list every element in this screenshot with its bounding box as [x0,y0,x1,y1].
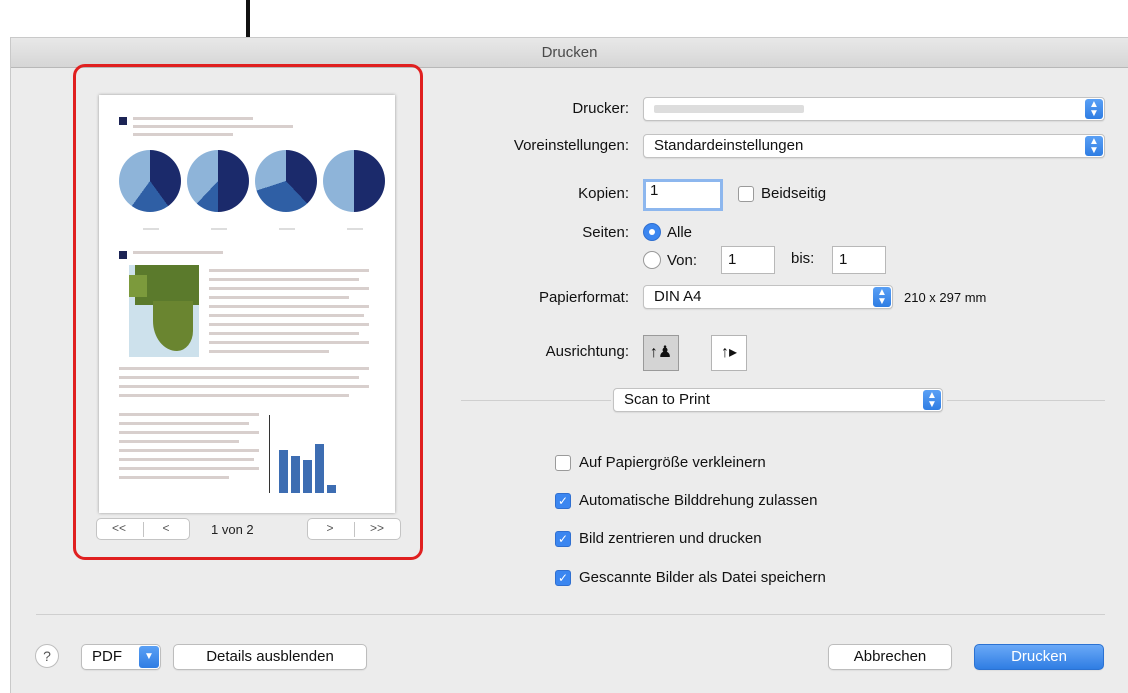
section-value: Scan to Print [624,391,710,408]
printer-select[interactable]: ▲ ▼ [643,97,1105,121]
landscape-orientation-icon[interactable]: ↑▸ [711,335,747,371]
pages-from-label: Von: [667,252,698,269]
auto-rotate-label: Automatische Bilddrehung zulassen [579,492,818,509]
paper-size-value: DIN A4 [654,288,702,305]
pages-all-label: Alle [667,224,693,241]
presets-select[interactable]: Standardeinstellungen ▲ ▼ [643,134,1105,158]
pages-range-radio[interactable] [643,251,661,269]
paper-size-select[interactable]: DIN A4 ▲ ▼ [643,285,893,309]
pdf-menu-button[interactable]: PDF ▼ [81,644,161,670]
duplex-checkbox[interactable] [738,186,754,202]
presets-label: Voreinstellungen: [513,137,629,154]
duplex-label: Beidseitig [761,185,827,202]
pages-from-input[interactable]: 1 [721,246,775,274]
print-button[interactable]: Drucken [974,644,1104,670]
hide-details-button[interactable]: Details ausblenden [173,644,367,670]
pdf-label: PDF [92,648,122,665]
select-arrows-icon: ▲ ▼ [1085,99,1103,119]
section-select[interactable]: Scan to Print ▲ ▼ [613,388,943,412]
copies-label: Kopien: [578,185,629,202]
chevron-down-icon: ▼ [139,646,159,668]
pages-to-label: bis: [791,250,815,267]
select-arrows-icon: ▲ ▼ [873,287,891,307]
center-image-label: Bild zentrieren und drucken [579,530,762,547]
orientation-label: Ausrichtung: [545,343,629,360]
help-button[interactable]: ? [35,644,59,668]
shrink-to-paper-checkbox[interactable] [555,455,571,471]
paper-dimensions: 210 x 297 mm [904,290,987,305]
screenshot: Drucken << < 1 von 2 > >> Drucker: ▲ ▼ V… [0,0,1128,693]
section-divider [461,400,611,401]
pages-all-radio[interactable] [643,223,661,241]
center-image-checkbox[interactable]: ✓ [555,531,571,547]
save-scans-label: Gescannte Bilder als Datei speichern [579,569,826,586]
copies-input[interactable]: 1 [643,179,723,211]
section-divider [947,400,1105,401]
cancel-button[interactable]: Abbrechen [828,644,952,670]
portrait-orientation-icon[interactable]: ↑♟ [643,335,679,371]
footer-divider [36,614,1105,615]
select-arrows-icon: ▲ ▼ [923,390,941,410]
shrink-to-paper-label: Auf Papiergröße verkleinern [579,454,766,471]
pages-label: Seiten: [582,224,629,241]
preview-highlight-frame [73,64,423,560]
printer-name-redacted [654,105,804,113]
print-dialog: Drucken << < 1 von 2 > >> Drucker: ▲ ▼ V… [10,37,1128,693]
save-scans-checkbox[interactable]: ✓ [555,570,571,586]
presets-value: Standardeinstellungen [654,137,804,154]
printer-label: Drucker: [572,100,629,117]
paper-size-label: Papierformat: [538,289,629,306]
pages-to-input[interactable]: 1 [832,246,886,274]
select-arrows-icon: ▲ ▼ [1085,136,1103,156]
auto-rotate-checkbox[interactable]: ✓ [555,493,571,509]
